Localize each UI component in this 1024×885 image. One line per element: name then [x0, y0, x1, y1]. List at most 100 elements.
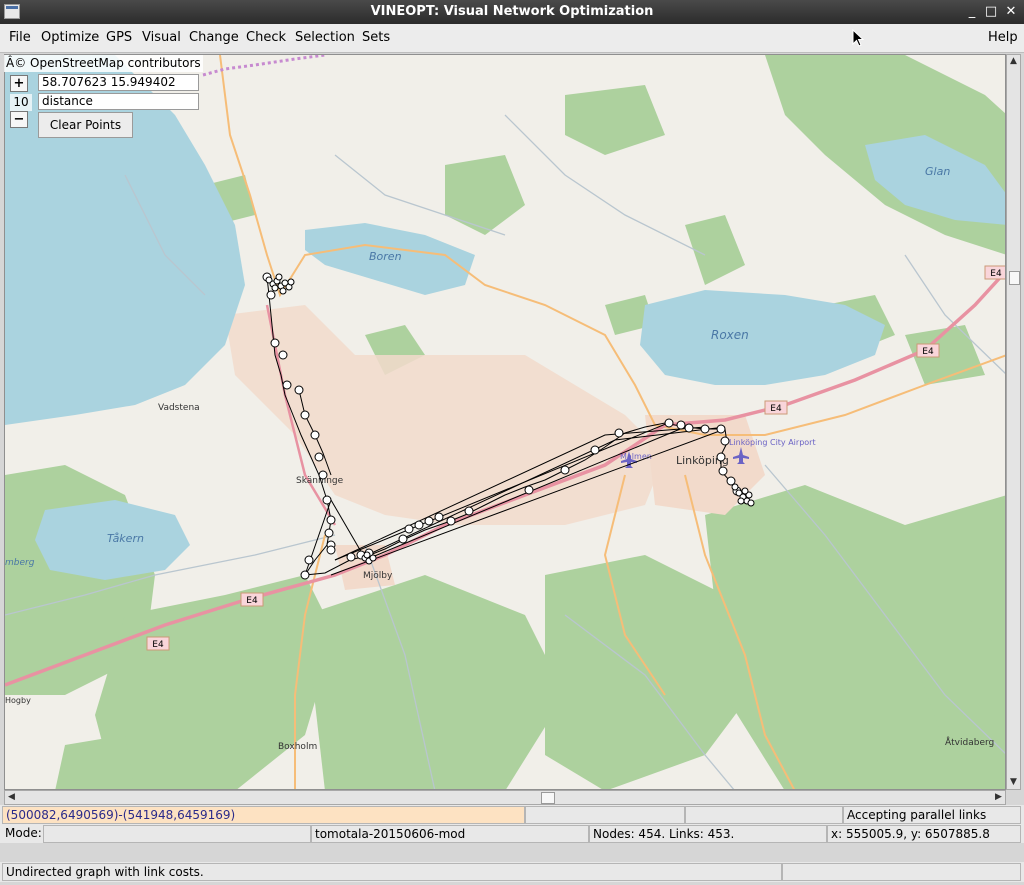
network-node[interactable]	[747, 499, 755, 507]
network-node[interactable]	[716, 452, 726, 462]
road-shield-e4: E4	[764, 400, 788, 415]
zoom-in-button[interactable]: +	[10, 75, 28, 92]
network-node[interactable]	[614, 428, 624, 438]
network-node[interactable]	[324, 528, 334, 538]
menu-optimize[interactable]: Optimize	[41, 30, 99, 45]
scroll-left-arrow-icon[interactable]: ◀	[5, 791, 18, 804]
network-node[interactable]	[304, 555, 314, 565]
menu-help[interactable]: Help	[988, 30, 1018, 45]
network-node[interactable]	[310, 430, 320, 440]
network-node[interactable]	[271, 284, 279, 292]
network-node[interactable]	[398, 534, 408, 544]
minimize-button[interactable]: _	[962, 2, 982, 22]
label-takern: Tåkern	[107, 532, 144, 545]
network-node[interactable]	[282, 380, 292, 390]
network-node[interactable]	[314, 452, 324, 462]
svg-text:E4: E4	[922, 347, 934, 357]
network-node[interactable]	[322, 495, 332, 505]
horizontal-scrollbar[interactable]: ◀ ▶	[4, 790, 1006, 805]
clear-points-button[interactable]: Clear Points	[38, 112, 133, 138]
network-node[interactable]	[326, 515, 336, 525]
network-node[interactable]	[434, 512, 444, 522]
label-vadstena: Vadstena	[158, 403, 200, 413]
network-node[interactable]	[300, 570, 310, 580]
metric-input[interactable]: distance	[38, 93, 199, 110]
window-title: VINEOPT: Visual Network Optimization	[370, 4, 654, 19]
menu-visual[interactable]: Visual	[142, 30, 181, 45]
network-node[interactable]	[524, 485, 534, 495]
network-node[interactable]	[731, 483, 739, 491]
network-node[interactable]	[275, 273, 283, 281]
menu-gps[interactable]: GPS	[106, 30, 132, 45]
road-shield-e4: E4	[240, 592, 264, 607]
network-node[interactable]	[720, 436, 730, 446]
zoom-out-button[interactable]: −	[10, 111, 28, 128]
map-view[interactable]: E4 E4 E4 E4 E4 Boren Roxen Glan Tåkern V…	[4, 54, 1006, 790]
network-node[interactable]	[326, 545, 336, 555]
network-node[interactable]	[664, 418, 674, 428]
label-malmen: Malmen	[620, 452, 652, 461]
bbox-status: (500082,6490569)-(541948,6459169)	[2, 806, 525, 824]
network-node[interactable]	[294, 385, 304, 395]
network-node[interactable]	[737, 497, 745, 505]
cursor-coordinates: x: 555005.9, y: 6507885.8	[827, 825, 1021, 843]
menu-file[interactable]: File	[9, 30, 31, 45]
network-node[interactable]	[464, 506, 474, 516]
network-node[interactable]	[424, 516, 434, 526]
label-mjolby: Mjölby	[363, 571, 393, 581]
vertical-scrollbar[interactable]: ▲ ▼	[1006, 54, 1021, 790]
mouse-cursor-icon	[852, 29, 865, 47]
road-shield-e4: E4	[146, 636, 170, 651]
label-hogby: Hogby	[5, 696, 31, 705]
maximize-button[interactable]: □	[981, 2, 1001, 22]
network-node[interactable]	[718, 466, 728, 476]
network-node[interactable]	[676, 420, 686, 430]
map-canvas[interactable]: E4 E4 E4 E4 E4 Boren Roxen Glan Tåkern V…	[5, 55, 1006, 790]
close-button[interactable]: ✕	[1001, 2, 1021, 22]
network-node[interactable]	[560, 465, 570, 475]
coordinates-input[interactable]: 58.707623 15.949402	[38, 74, 199, 91]
status-row-1: (500082,6490569)-(541948,6459169) Accept…	[0, 805, 1024, 825]
network-node[interactable]	[346, 552, 356, 562]
status-empty-2	[685, 806, 843, 824]
network-node[interactable]	[369, 554, 377, 562]
horizontal-scroll-thumb[interactable]	[541, 792, 555, 804]
label-boxholm: Boxholm	[278, 742, 317, 752]
scroll-down-arrow-icon[interactable]: ▼	[1007, 776, 1020, 789]
network-node[interactable]	[404, 524, 414, 534]
menu-sets[interactable]: Sets	[362, 30, 390, 45]
menu-change[interactable]: Change	[189, 30, 239, 45]
network-node[interactable]	[446, 516, 456, 526]
menu-selection[interactable]: Selection	[295, 30, 355, 45]
network-node[interactable]	[287, 278, 295, 286]
scroll-up-arrow-icon[interactable]: ▲	[1007, 55, 1020, 68]
scroll-right-arrow-icon[interactable]: ▶	[992, 791, 1005, 804]
network-node[interactable]	[300, 410, 310, 420]
road-shield-e4: E4	[916, 343, 940, 358]
network-name: tomotala-20150606-mod	[311, 825, 589, 843]
network-node[interactable]	[414, 520, 424, 530]
status-empty-1	[525, 806, 685, 824]
network-node[interactable]	[266, 290, 276, 300]
status-row-2: Mode: tomotala-20150606-mod Nodes: 454. …	[0, 825, 1024, 843]
network-node[interactable]	[318, 470, 328, 480]
network-node[interactable]	[716, 424, 726, 434]
menu-check[interactable]: Check	[246, 30, 286, 45]
node-link-counts: Nodes: 454. Links: 453.	[589, 825, 827, 843]
network-node[interactable]	[741, 487, 749, 495]
label-roxen: Roxen	[711, 328, 749, 342]
network-node[interactable]	[270, 338, 280, 348]
status-empty-3	[782, 863, 1021, 881]
svg-text:E4: E4	[246, 596, 258, 606]
road-shield-e4: E4	[984, 265, 1005, 280]
title-bar: VINEOPT: Visual Network Optimization _ □…	[0, 0, 1024, 24]
network-node[interactable]	[279, 287, 287, 295]
network-node[interactable]	[363, 551, 371, 559]
network-node[interactable]	[278, 350, 288, 360]
network-node[interactable]	[590, 445, 600, 455]
vertical-scroll-thumb[interactable]	[1009, 271, 1020, 285]
svg-text:E4: E4	[990, 269, 1002, 279]
network-node[interactable]	[684, 423, 694, 433]
network-node[interactable]	[700, 424, 710, 434]
parallel-links-status: Accepting parallel links	[843, 806, 1021, 824]
